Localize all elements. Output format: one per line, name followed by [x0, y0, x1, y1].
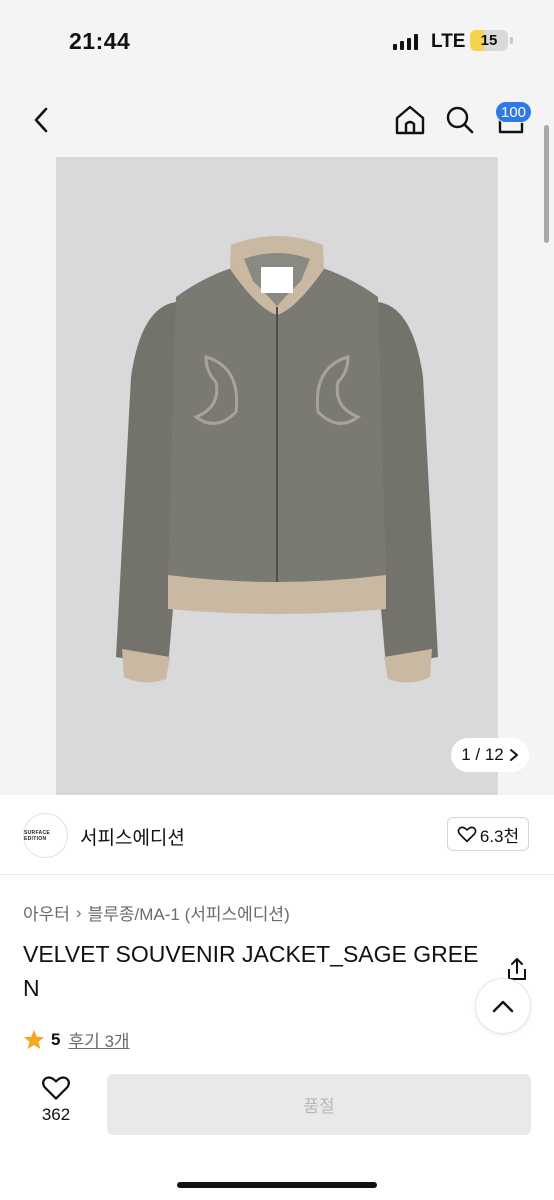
product-image[interactable] [56, 157, 498, 795]
search-icon [446, 106, 474, 134]
scrollbar[interactable] [544, 125, 549, 243]
rating-score: 5 [51, 1029, 61, 1049]
divider [0, 874, 554, 875]
wishlist-count: 362 [41, 1105, 71, 1124]
top-nav [0, 95, 554, 145]
chevron-right-icon [509, 749, 518, 761]
back-button[interactable] [24, 101, 58, 139]
breadcrumb: 아우터 › 블루종/MA-1 (서피스에디션) [23, 900, 290, 925]
sold-out-button[interactable]: 품절 [107, 1074, 531, 1135]
star-icon [23, 1029, 45, 1050]
sold-out-label: 품절 [303, 1097, 335, 1116]
share-icon [508, 958, 526, 980]
brand-logo-text: SURFACE EDITION [24, 829, 50, 842]
brand-like-button[interactable]: 6.3천 [447, 817, 529, 851]
search-button[interactable] [442, 101, 478, 139]
battery-level: 15 [480, 32, 498, 49]
reviews-link[interactable]: 후기 3개 [68, 1027, 129, 1052]
status-time: 21:44 [69, 28, 131, 54]
signal-icon [393, 34, 418, 50]
home-indicator [177, 1182, 377, 1188]
image-counter-label: 1 / 12 [461, 745, 504, 764]
brand-logo[interactable]: SURFACE EDITION [23, 813, 68, 858]
home-icon [395, 105, 425, 135]
home-button[interactable] [392, 101, 428, 139]
cart-badge: 100 [495, 101, 533, 123]
network-label: LTE [431, 31, 466, 52]
breadcrumb-item-category[interactable]: 아우터 [23, 900, 70, 925]
chevron-up-icon [492, 1000, 514, 1013]
battery-icon: 15 [470, 30, 513, 51]
wishlist-button[interactable]: 362 [30, 1074, 82, 1134]
jacket-illustration [116, 236, 438, 683]
heart-icon [457, 826, 477, 843]
status-bar: 21:44 LTE 15 [0, 0, 554, 84]
brand-like-count: 6.3천 [479, 826, 520, 846]
chevron-left-icon [34, 107, 48, 133]
brand-name[interactable]: 서피스에디션 [80, 823, 185, 850]
rating: 5 후기 3개 [23, 1027, 130, 1052]
image-counter[interactable]: 1 / 12 [451, 738, 529, 772]
breadcrumb-item-subcategory[interactable]: 블루종/MA-1 (서피스에디션) [88, 900, 290, 925]
chevron-right-icon: › [75, 902, 82, 922]
heart-icon [42, 1076, 70, 1100]
product-title: VELVET SOUVENIR JACKET_SAGE GREEN [23, 941, 479, 1001]
scroll-to-top-button[interactable] [475, 978, 531, 1034]
